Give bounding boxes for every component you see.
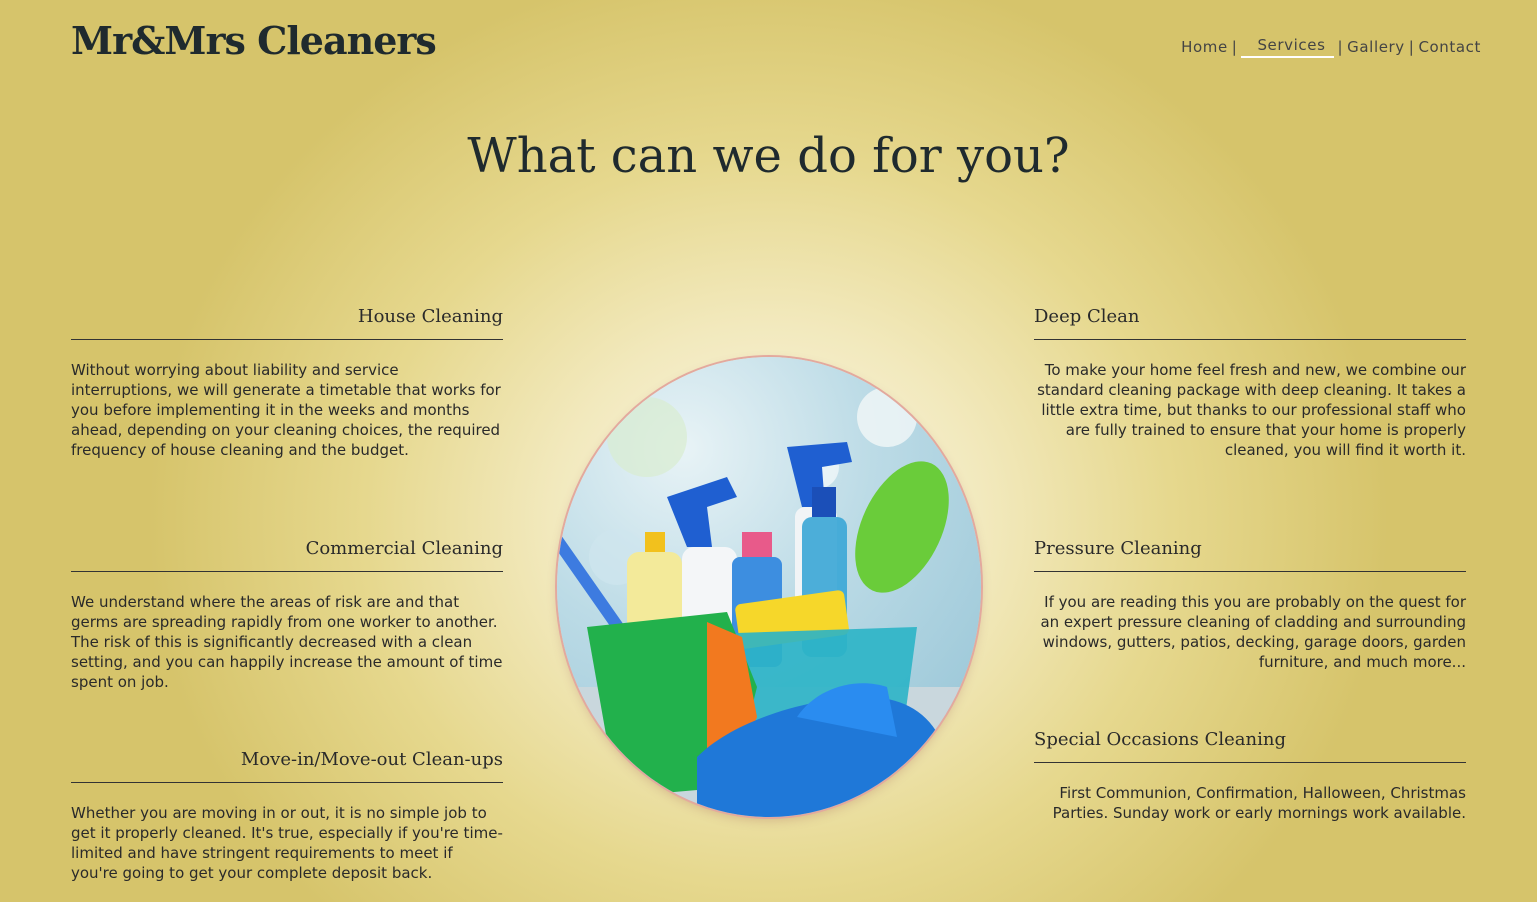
service-house-cleaning: House Cleaning Without worrying about li…: [71, 306, 503, 460]
nav-contact[interactable]: Contact: [1418, 38, 1481, 56]
service-commercial-cleaning: Commercial Cleaning We understand where …: [71, 538, 503, 692]
service-description: First Communion, Confirmation, Halloween…: [1052, 784, 1466, 822]
service-title: Commercial Cleaning: [71, 538, 503, 572]
service-move-in-out: Move-in/Move-out Clean-ups Whether you a…: [71, 749, 503, 883]
cleaning-supplies-image: [557, 357, 981, 817]
nav-services[interactable]: Services: [1241, 36, 1334, 58]
main-nav: Home | Services | Gallery | Contact: [1181, 36, 1481, 58]
site-logo[interactable]: Mr&Mrs Cleaners: [71, 18, 437, 63]
nav-separator: |: [1337, 38, 1344, 56]
page-headline: What can we do for you?: [467, 128, 1070, 184]
service-deep-clean: Deep Clean To make your home feel fresh …: [1034, 306, 1466, 460]
nav-separator: |: [1408, 38, 1415, 56]
service-title: Deep Clean: [1034, 306, 1466, 340]
service-description: We understand where the areas of risk ar…: [71, 593, 503, 691]
service-pressure-cleaning: Pressure Cleaning If you are reading thi…: [1034, 538, 1466, 672]
service-special-occasions: Special Occasions Cleaning First Communi…: [1034, 729, 1466, 823]
nav-separator: |: [1231, 38, 1238, 56]
service-title: Move-in/Move-out Clean-ups: [71, 749, 503, 783]
service-description: Whether you are moving in or out, it is …: [71, 804, 503, 882]
nav-home[interactable]: Home: [1181, 38, 1228, 56]
service-description: If you are reading this you are probably…: [1040, 593, 1466, 671]
service-description: Without worrying about liability and ser…: [71, 361, 501, 459]
service-title: Pressure Cleaning: [1034, 538, 1466, 572]
service-title: Special Occasions Cleaning: [1034, 729, 1466, 763]
service-description: To make your home feel fresh and new, we…: [1037, 361, 1466, 459]
nav-gallery[interactable]: Gallery: [1347, 38, 1405, 56]
cleaning-supplies-icon: [557, 387, 981, 817]
service-title: House Cleaning: [71, 306, 503, 340]
